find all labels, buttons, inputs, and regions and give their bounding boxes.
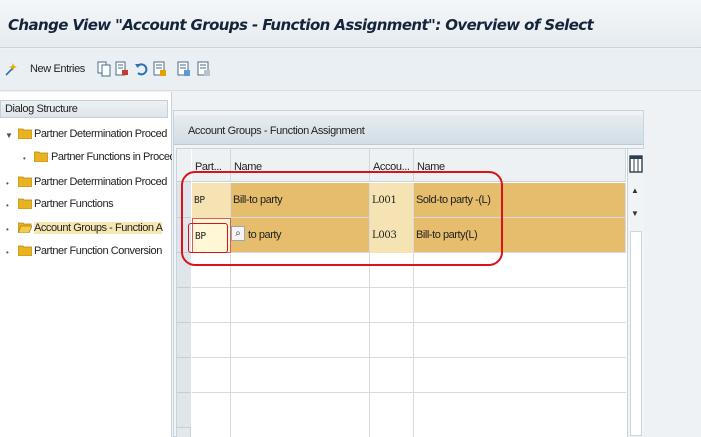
tree-item-partner-functions-in-proc[interactable]: • Partner Functions in Proced bbox=[0, 147, 172, 169]
folder-icon bbox=[34, 151, 48, 162]
account-group-name-cell: Bill-to party(L) bbox=[414, 218, 626, 253]
empty-cell[interactable] bbox=[370, 358, 414, 393]
empty-cell[interactable] bbox=[370, 288, 414, 323]
partner-function-cell[interactable]: BP bbox=[192, 183, 231, 218]
empty-cell bbox=[231, 288, 370, 323]
table-row[interactable]: BP ⌕ to party L003 Bill-to party(L) bbox=[192, 218, 626, 253]
scroll-track[interactable] bbox=[630, 231, 642, 436]
row-selector-column bbox=[177, 149, 191, 437]
row-selector[interactable] bbox=[177, 323, 191, 358]
table-control: Part... Name Accou... Name BP Bill-to pa… bbox=[176, 148, 644, 437]
empty-cell[interactable] bbox=[192, 288, 231, 323]
select-block-icon[interactable] bbox=[177, 61, 191, 77]
title-bar: Change View "Account Groups - Function A… bbox=[0, 0, 701, 48]
bullet-icon: • bbox=[6, 225, 9, 234]
column-header-name[interactable]: Name bbox=[231, 149, 370, 182]
column-header-account-group-name[interactable]: Name bbox=[414, 149, 626, 182]
scroll-up-icon[interactable]: ▲ bbox=[631, 186, 639, 195]
tree-item-label: Account Groups - Function A bbox=[34, 222, 163, 234]
tree-item-label: Partner Functions in Proced bbox=[51, 151, 172, 163]
column-header-account-group[interactable]: Accou... bbox=[370, 149, 414, 182]
tree-item-account-groups-function-assignment[interactable]: • Account Groups - Function A bbox=[0, 218, 172, 240]
table-group: Account Groups - Function Assignment Par… bbox=[173, 110, 644, 437]
bullet-icon: • bbox=[23, 154, 26, 163]
account-group-cell[interactable]: L003 bbox=[370, 218, 414, 253]
open-folder-icon bbox=[18, 222, 32, 233]
bullet-icon: • bbox=[6, 201, 9, 210]
name-cell: to party bbox=[231, 218, 370, 253]
account-group-cell[interactable]: L001 bbox=[370, 183, 414, 218]
expanded-arrow-icon[interactable]: ▼ bbox=[5, 131, 13, 140]
table-row-empty[interactable] bbox=[192, 288, 626, 323]
row-selector[interactable] bbox=[177, 218, 191, 253]
row-selector[interactable] bbox=[177, 253, 191, 288]
vertical-scrollbar[interactable]: ▲ ▼ bbox=[627, 149, 644, 437]
deselect-all-icon[interactable] bbox=[197, 61, 211, 77]
empty-cell[interactable] bbox=[192, 358, 231, 393]
select-all-cell[interactable] bbox=[177, 149, 191, 182]
row-selector[interactable] bbox=[177, 393, 191, 428]
empty-cell[interactable] bbox=[192, 323, 231, 358]
table-group-title: Account Groups - Function Assignment bbox=[174, 115, 643, 145]
row-selector[interactable] bbox=[177, 183, 191, 218]
empty-cell bbox=[231, 358, 370, 393]
window-title: Change View "Account Groups - Function A… bbox=[8, 16, 594, 34]
table-row-empty[interactable] bbox=[192, 253, 626, 288]
row-selector[interactable] bbox=[177, 358, 191, 393]
table-row-empty[interactable] bbox=[192, 393, 626, 437]
empty-cell[interactable] bbox=[192, 393, 231, 437]
delete-icon[interactable] bbox=[115, 61, 129, 77]
tree-item-partner-functions[interactable]: • Partner Functions bbox=[0, 194, 172, 216]
bullet-icon: • bbox=[6, 248, 9, 257]
empty-cell bbox=[231, 253, 370, 288]
tree-item-partner-determination-proc-2[interactable]: • Partner Determination Proced bbox=[0, 172, 172, 194]
tree-item-label: Partner Function Conversion bbox=[34, 245, 162, 257]
folder-icon bbox=[18, 245, 32, 256]
partner-function-input[interactable]: BP bbox=[192, 218, 231, 253]
bullet-icon: • bbox=[6, 179, 9, 188]
empty-cell bbox=[231, 393, 370, 437]
dialog-structure-header: Dialog Structure bbox=[0, 100, 168, 118]
undo-icon[interactable] bbox=[134, 61, 148, 77]
select-all-icon[interactable] bbox=[153, 61, 167, 77]
new-entries-icon[interactable] bbox=[4, 61, 18, 77]
empty-cell[interactable] bbox=[192, 253, 231, 288]
empty-cell[interactable] bbox=[370, 393, 414, 437]
tree-item-label: Partner Determination Proced bbox=[34, 128, 167, 140]
column-header-partner-function[interactable]: Part... bbox=[192, 149, 231, 182]
row-selector[interactable] bbox=[177, 288, 191, 323]
table-row-empty[interactable] bbox=[192, 358, 626, 393]
tree-item-label: Partner Determination Proced bbox=[34, 176, 167, 188]
table-row[interactable]: BP Bill-to party L001 Sold-to party -(L) bbox=[192, 183, 626, 218]
folder-icon bbox=[18, 128, 32, 139]
tree-item-partner-function-conversion[interactable]: • Partner Function Conversion bbox=[0, 241, 172, 263]
table-row-empty[interactable] bbox=[192, 323, 626, 358]
scroll-down-icon[interactable]: ▼ bbox=[631, 209, 639, 218]
name-cell: Bill-to party bbox=[231, 183, 370, 218]
empty-cell[interactable] bbox=[370, 323, 414, 358]
account-group-name-cell: Sold-to party -(L) bbox=[414, 183, 626, 218]
column-configuration-icon[interactable] bbox=[629, 155, 643, 173]
empty-cell bbox=[231, 323, 370, 358]
tree-item-partner-determination-proc-1[interactable]: ▼ Partner Determination Proced bbox=[0, 124, 172, 146]
folder-icon bbox=[18, 198, 32, 209]
new-entries-button[interactable]: New Entries bbox=[30, 63, 85, 75]
folder-icon bbox=[18, 176, 32, 187]
copy-icon[interactable] bbox=[97, 61, 111, 77]
dialog-structure-panel: Dialog Structure ▼ Partner Determination… bbox=[0, 92, 172, 437]
tree-item-label: Partner Functions bbox=[34, 198, 114, 210]
empty-cell[interactable] bbox=[370, 253, 414, 288]
application-toolbar: New Entries bbox=[0, 49, 701, 91]
